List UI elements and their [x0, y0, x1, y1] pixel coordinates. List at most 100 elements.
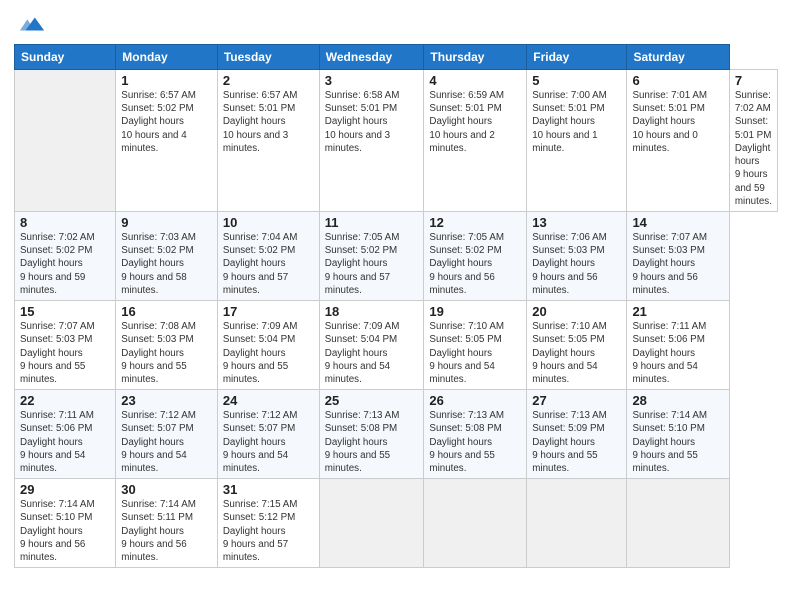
calendar-day-cell: 25 Sunrise: 7:13 AMSunset: 5:08 PMDaylig…	[319, 390, 424, 479]
day-info: Sunrise: 7:13 AMSunset: 5:08 PMDaylight …	[325, 410, 400, 474]
day-number: 1	[121, 73, 212, 88]
day-number: 28	[632, 393, 723, 408]
calendar-week-row: 1 Sunrise: 6:57 AMSunset: 5:02 PMDayligh…	[15, 70, 778, 212]
calendar-header-row: SundayMondayTuesdayWednesdayThursdayFrid…	[15, 45, 778, 70]
calendar-day-cell: 8 Sunrise: 7:02 AMSunset: 5:02 PMDayligh…	[15, 211, 116, 300]
day-number: 5	[532, 73, 621, 88]
calendar-day-cell: 11 Sunrise: 7:05 AMSunset: 5:02 PMDaylig…	[319, 211, 424, 300]
day-info: Sunrise: 7:02 AMSunset: 5:01 PMDaylight …	[735, 90, 772, 207]
day-number: 3	[325, 73, 419, 88]
calendar-day-cell: 18 Sunrise: 7:09 AMSunset: 5:04 PMDaylig…	[319, 301, 424, 390]
day-info: Sunrise: 6:57 AMSunset: 5:02 PMDaylight …	[121, 90, 196, 154]
day-info: Sunrise: 7:07 AMSunset: 5:03 PMDaylight …	[632, 232, 707, 296]
calendar-day-cell	[424, 479, 527, 568]
day-number: 13	[532, 215, 621, 230]
calendar-day-cell: 16 Sunrise: 7:08 AMSunset: 5:03 PMDaylig…	[116, 301, 218, 390]
day-number: 20	[532, 304, 621, 319]
calendar-day-cell: 3 Sunrise: 6:58 AMSunset: 5:01 PMDayligh…	[319, 70, 424, 212]
day-number: 11	[325, 215, 419, 230]
calendar-day-cell	[319, 479, 424, 568]
calendar-day-cell: 13 Sunrise: 7:06 AMSunset: 5:03 PMDaylig…	[527, 211, 627, 300]
calendar-day-cell	[627, 479, 729, 568]
calendar-week-row: 29 Sunrise: 7:14 AMSunset: 5:10 PMDaylig…	[15, 479, 778, 568]
calendar-day-cell: 23 Sunrise: 7:12 AMSunset: 5:07 PMDaylig…	[116, 390, 218, 479]
day-info: Sunrise: 7:02 AMSunset: 5:02 PMDaylight …	[20, 232, 95, 296]
calendar-day-cell: 21 Sunrise: 7:11 AMSunset: 5:06 PMDaylig…	[627, 301, 729, 390]
day-info: Sunrise: 6:57 AMSunset: 5:01 PMDaylight …	[223, 90, 298, 154]
day-info: Sunrise: 7:14 AMSunset: 5:11 PMDaylight …	[121, 499, 196, 563]
day-info: Sunrise: 7:10 AMSunset: 5:05 PMDaylight …	[532, 321, 607, 385]
day-info: Sunrise: 7:06 AMSunset: 5:03 PMDaylight …	[532, 232, 607, 296]
calendar-day-cell: 19 Sunrise: 7:10 AMSunset: 5:05 PMDaylig…	[424, 301, 527, 390]
calendar-day-cell: 9 Sunrise: 7:03 AMSunset: 5:02 PMDayligh…	[116, 211, 218, 300]
day-number: 7	[735, 73, 772, 88]
day-info: Sunrise: 6:58 AMSunset: 5:01 PMDaylight …	[325, 90, 400, 154]
day-info: Sunrise: 7:00 AMSunset: 5:01 PMDaylight …	[532, 90, 607, 154]
day-info: Sunrise: 7:13 AMSunset: 5:08 PMDaylight …	[429, 410, 504, 474]
calendar-day-header: Thursday	[424, 45, 527, 70]
day-number: 27	[532, 393, 621, 408]
day-info: Sunrise: 7:11 AMSunset: 5:06 PMDaylight …	[632, 321, 706, 385]
calendar-empty-cell	[15, 70, 116, 212]
day-info: Sunrise: 7:12 AMSunset: 5:07 PMDaylight …	[223, 410, 298, 474]
day-number: 22	[20, 393, 110, 408]
calendar-day-cell: 6 Sunrise: 7:01 AMSunset: 5:01 PMDayligh…	[627, 70, 729, 212]
day-number: 30	[121, 482, 212, 497]
logo	[14, 10, 46, 38]
calendar-day-cell: 5 Sunrise: 7:00 AMSunset: 5:01 PMDayligh…	[527, 70, 627, 212]
calendar-day-header: Monday	[116, 45, 218, 70]
day-number: 19	[429, 304, 521, 319]
day-number: 17	[223, 304, 314, 319]
day-number: 14	[632, 215, 723, 230]
calendar-day-cell: 24 Sunrise: 7:12 AMSunset: 5:07 PMDaylig…	[217, 390, 319, 479]
calendar-day-cell: 7 Sunrise: 7:02 AMSunset: 5:01 PMDayligh…	[729, 70, 777, 212]
calendar-body: 1 Sunrise: 6:57 AMSunset: 5:02 PMDayligh…	[15, 70, 778, 568]
calendar-week-row: 15 Sunrise: 7:07 AMSunset: 5:03 PMDaylig…	[15, 301, 778, 390]
day-number: 12	[429, 215, 521, 230]
calendar-day-header: Saturday	[627, 45, 729, 70]
calendar-day-cell: 28 Sunrise: 7:14 AMSunset: 5:10 PMDaylig…	[627, 390, 729, 479]
calendar-day-header: Wednesday	[319, 45, 424, 70]
day-info: Sunrise: 7:07 AMSunset: 5:03 PMDaylight …	[20, 321, 95, 385]
day-number: 26	[429, 393, 521, 408]
day-number: 2	[223, 73, 314, 88]
day-number: 15	[20, 304, 110, 319]
day-number: 23	[121, 393, 212, 408]
day-number: 9	[121, 215, 212, 230]
calendar-day-cell: 15 Sunrise: 7:07 AMSunset: 5:03 PMDaylig…	[15, 301, 116, 390]
calendar-week-row: 22 Sunrise: 7:11 AMSunset: 5:06 PMDaylig…	[15, 390, 778, 479]
day-info: Sunrise: 7:12 AMSunset: 5:07 PMDaylight …	[121, 410, 196, 474]
calendar-day-cell	[527, 479, 627, 568]
day-info: Sunrise: 6:59 AMSunset: 5:01 PMDaylight …	[429, 90, 504, 154]
day-info: Sunrise: 7:03 AMSunset: 5:02 PMDaylight …	[121, 232, 196, 296]
day-number: 8	[20, 215, 110, 230]
logo-icon	[18, 10, 46, 38]
day-number: 24	[223, 393, 314, 408]
calendar-day-header: Sunday	[15, 45, 116, 70]
calendar-day-cell: 2 Sunrise: 6:57 AMSunset: 5:01 PMDayligh…	[217, 70, 319, 212]
calendar-day-cell: 1 Sunrise: 6:57 AMSunset: 5:02 PMDayligh…	[116, 70, 218, 212]
calendar-day-header: Tuesday	[217, 45, 319, 70]
calendar-table: SundayMondayTuesdayWednesdayThursdayFrid…	[14, 44, 778, 568]
day-info: Sunrise: 7:15 AMSunset: 5:12 PMDaylight …	[223, 499, 298, 563]
day-info: Sunrise: 7:11 AMSunset: 5:06 PMDaylight …	[20, 410, 94, 474]
header	[14, 10, 778, 38]
day-info: Sunrise: 7:01 AMSunset: 5:01 PMDaylight …	[632, 90, 707, 154]
day-number: 6	[632, 73, 723, 88]
day-number: 4	[429, 73, 521, 88]
day-number: 16	[121, 304, 212, 319]
calendar-day-cell: 30 Sunrise: 7:14 AMSunset: 5:11 PMDaylig…	[116, 479, 218, 568]
day-number: 31	[223, 482, 314, 497]
day-number: 10	[223, 215, 314, 230]
calendar-day-cell: 31 Sunrise: 7:15 AMSunset: 5:12 PMDaylig…	[217, 479, 319, 568]
calendar-day-cell: 4 Sunrise: 6:59 AMSunset: 5:01 PMDayligh…	[424, 70, 527, 212]
day-number: 25	[325, 393, 419, 408]
day-info: Sunrise: 7:08 AMSunset: 5:03 PMDaylight …	[121, 321, 196, 385]
day-info: Sunrise: 7:05 AMSunset: 5:02 PMDaylight …	[325, 232, 400, 296]
calendar-day-cell: 14 Sunrise: 7:07 AMSunset: 5:03 PMDaylig…	[627, 211, 729, 300]
calendar-day-cell: 26 Sunrise: 7:13 AMSunset: 5:08 PMDaylig…	[424, 390, 527, 479]
calendar-day-header: Friday	[527, 45, 627, 70]
day-info: Sunrise: 7:13 AMSunset: 5:09 PMDaylight …	[532, 410, 607, 474]
calendar-day-cell: 10 Sunrise: 7:04 AMSunset: 5:02 PMDaylig…	[217, 211, 319, 300]
day-info: Sunrise: 7:09 AMSunset: 5:04 PMDaylight …	[325, 321, 400, 385]
